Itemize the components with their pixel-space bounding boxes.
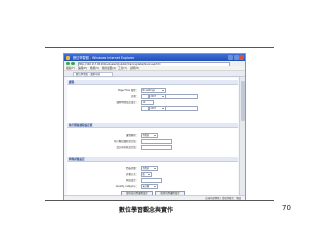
field-label: 課程時間長度設定： [116, 101, 138, 104]
date-range-input[interactable] [165, 93, 198, 99]
tab-current[interactable]: 數位學習館 - 課程申請 [73, 71, 113, 78]
field-label: 設計與系統設定值： [116, 146, 138, 149]
course-type-select[interactable]: 不開放 [141, 132, 158, 138]
menu-help[interactable]: 說明(H) [130, 66, 139, 70]
maximize-icon[interactable] [233, 55, 239, 60]
section-title: 問卷評量設定 [69, 158, 85, 162]
default-input[interactable] [141, 177, 162, 183]
forward-icon[interactable] [71, 62, 75, 65]
field-label: 課程類別： [126, 134, 138, 137]
date-checkbox-2[interactable] [141, 106, 149, 111]
menu-file[interactable]: 檔案(F) [66, 66, 75, 70]
bottom-rule [45, 200, 274, 201]
close-icon[interactable] [239, 55, 244, 60]
system-setting-input[interactable] [141, 144, 172, 150]
section-header-survey: 問卷評量設定 [67, 157, 238, 162]
runtime-input[interactable] [141, 138, 172, 144]
minimize-icon[interactable] [228, 55, 233, 60]
date-year-select[interactable]: 2007 [149, 93, 166, 99]
scrollbar-thumb[interactable] [240, 81, 245, 121]
menu-favorites[interactable]: 我的最愛(A) [102, 66, 116, 70]
field-label: 問卷評量： [126, 167, 138, 170]
quality-select[interactable]: 未分類 [141, 183, 158, 189]
field-label: Page Flow 路徑： [118, 89, 138, 92]
field-label: 預設設定： [126, 179, 138, 182]
tab-bar: 數位學習館 - 課程申請 [64, 71, 245, 78]
date-checkbox[interactable] [141, 93, 149, 99]
pageflow-select[interactable]: No settings [141, 87, 166, 93]
menu-tools[interactable]: 工具(T) [118, 66, 127, 70]
section-title: 課程 [69, 81, 75, 85]
section-title: 執行階段課程設定值 [69, 124, 93, 128]
field-label: 評量方式： [126, 173, 138, 176]
assessment-select[interactable]: 無 [141, 171, 152, 177]
section-header-runtime: 執行階段課程設定值 [67, 123, 238, 128]
title-bar: 數位學習館 - Windows Internet Explorer [64, 54, 245, 61]
duration-input[interactable]: 10 [141, 99, 154, 105]
menu-view[interactable]: 檢視(V) [90, 66, 99, 70]
field-label: 日期： [130, 95, 138, 98]
menu-edit[interactable]: 編輯(E) [78, 66, 87, 70]
page-content: 課程 Page Flow 路徑： No settings 日期： 2007 課程… [67, 78, 238, 198]
browser-window: 數位學習館 - Windows Internet Explorer http:/… [63, 53, 246, 201]
date-year-select-2[interactable]: 2007 [149, 106, 166, 111]
window-title: 數位學習館 - Windows Internet Explorer [73, 55, 135, 60]
survey-select[interactable]: 不開放 [141, 165, 158, 171]
ie-icon [66, 55, 70, 60]
date-range-input-2[interactable] [165, 106, 198, 111]
top-rule [45, 47, 274, 48]
section-header-course: 課程 [67, 80, 238, 85]
slide-caption: 數位學習觀念與實作 [118, 207, 173, 214]
back-icon[interactable] [66, 62, 70, 65]
page-number: 70 [282, 204, 291, 212]
field-label: Quality category： [115, 185, 138, 188]
field-label: 執行階段課程設定值： [114, 140, 138, 143]
